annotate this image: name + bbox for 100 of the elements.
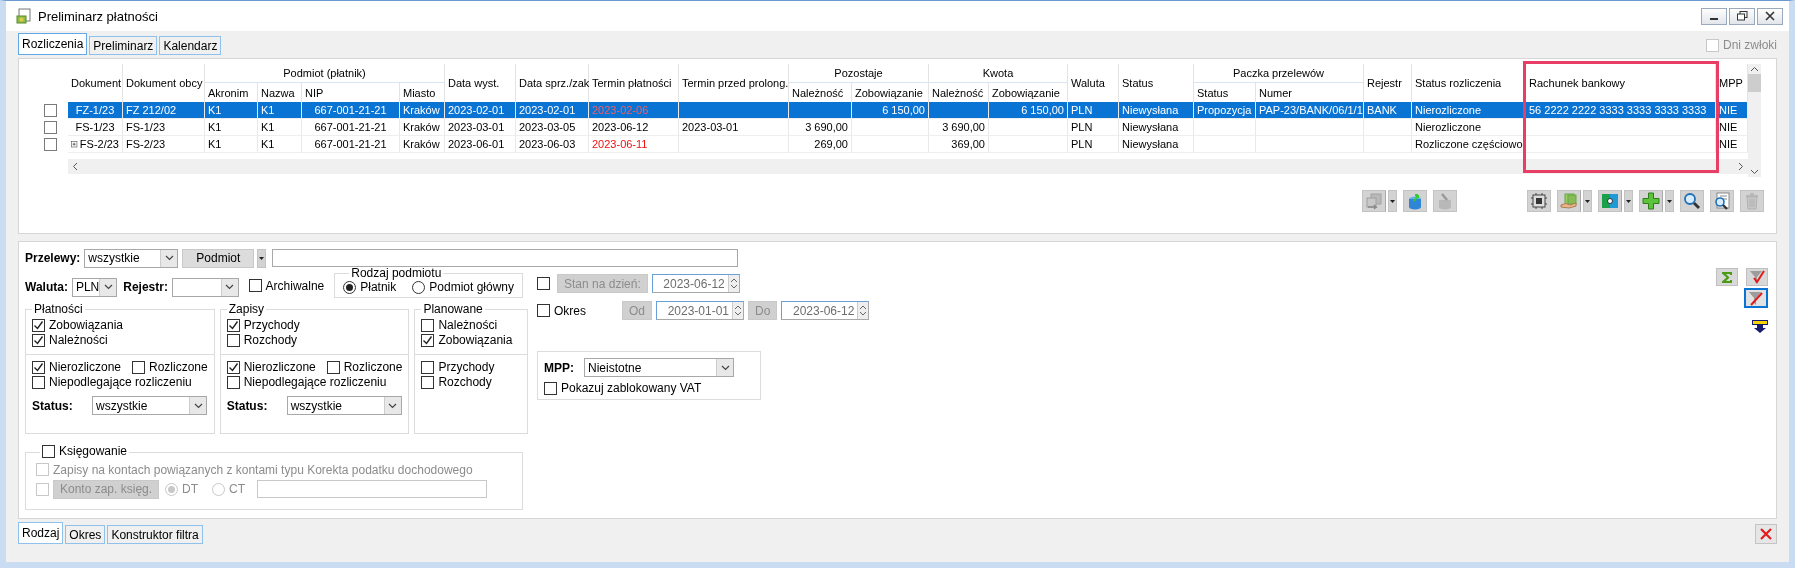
radio-label: Podmiot główny bbox=[429, 280, 514, 294]
table-cell: 2023-03-01 bbox=[445, 119, 516, 136]
radio-button[interactable] bbox=[343, 280, 357, 294]
table-cell: PAP-23/BANK/06/1/1 bbox=[1256, 102, 1364, 119]
chip-icon bbox=[1530, 192, 1548, 210]
checkbox[interactable] bbox=[132, 360, 145, 374]
dropdown-button[interactable] bbox=[257, 248, 267, 268]
checkbox-label: Zapisy na kontach powiązanych z kontami typu Korekta podatku dochodowego bbox=[53, 462, 473, 477]
dropdown[interactable]: wszystkie bbox=[92, 396, 207, 415]
dropdown-button[interactable] bbox=[1583, 190, 1592, 212]
table-cell: 56 2222 2222 3333 3333 3333 3333 bbox=[1526, 102, 1716, 119]
checkbox[interactable] bbox=[421, 375, 435, 389]
radio-button[interactable] bbox=[412, 280, 426, 294]
text-field[interactable] bbox=[257, 480, 488, 498]
table-row[interactable]: FS-1/23 FS-1/23 K1 K1 667-001-21-21 Kraków 2023-03-01 2023-03-05 2023-06-12 2023-03-01 3 690,00 3 690,00 PLN Niewysłana Nierozliczone NIE bbox=[68, 119, 1748, 136]
checkbox[interactable] bbox=[226, 360, 240, 374]
dropdown[interactable]: PLN bbox=[71, 277, 118, 297]
checkbox[interactable] bbox=[248, 279, 262, 293]
entity-button[interactable]: Podmiot bbox=[182, 248, 255, 268]
close-button[interactable] bbox=[1757, 7, 1783, 25]
table-cell: BANK bbox=[1364, 102, 1412, 119]
restore-button[interactable] bbox=[1729, 7, 1755, 25]
checkbox[interactable] bbox=[226, 333, 240, 347]
tab[interactable]: Preliminarz bbox=[89, 36, 158, 55]
column-group-header: Paczka przelewów bbox=[1194, 64, 1364, 83]
table-cell: 2023-02-01 bbox=[445, 102, 516, 119]
caret-icon bbox=[1667, 199, 1672, 203]
scrollbar-thumb[interactable] bbox=[1748, 74, 1761, 92]
funnel-cross-icon bbox=[1748, 290, 1764, 306]
table-cell: 2023-06-12 bbox=[589, 119, 679, 136]
dropdown[interactable]: wszystkie bbox=[84, 248, 179, 268]
chevron-down-icon[interactable] bbox=[1750, 169, 1759, 175]
tab[interactable]: Rozliczenia bbox=[18, 33, 88, 55]
restore-icon bbox=[1736, 11, 1748, 21]
table-cell: Nierozliczone bbox=[1412, 102, 1526, 119]
tab[interactable]: Kalendarz bbox=[159, 36, 222, 55]
chevron-left-icon[interactable] bbox=[72, 162, 78, 171]
table-cell: 2023-03-01 bbox=[679, 119, 789, 136]
table-row[interactable]: FS-2/23 FS-2/23 K1 K1 667-001-21-21 Kraków 2023-06-01 2023-06-03 2023-06-11 269,00 369,00 PLN Niewysłana Rozliczone częściowo NIE bbox=[68, 136, 1748, 153]
text-field[interactable] bbox=[272, 249, 739, 267]
dropdown-button[interactable] bbox=[1388, 190, 1397, 212]
table-row[interactable]: FZ-1/23 FZ 212/02 K1 K1 667-001-21-21 Kraków 2023-02-01 2023-02-01 2023-02-06 6 150,00 6 150,00 PLN Niewysłana Propozycja PAP-23/BANK/06/1/1 BANK Nierozliczone 56 2222 2222 3333 3333 3333 3333 NIE bbox=[68, 102, 1748, 119]
collapse-down-icon[interactable] bbox=[1752, 320, 1768, 333]
checkbox[interactable] bbox=[226, 318, 240, 332]
chevron-down-icon bbox=[388, 402, 398, 409]
checkbox[interactable] bbox=[32, 360, 45, 374]
checkbox[interactable] bbox=[421, 360, 435, 374]
stack-arrow-icon bbox=[1365, 192, 1383, 210]
checkbox[interactable] bbox=[421, 318, 435, 332]
toolbar-button[interactable] bbox=[1527, 190, 1551, 212]
toolbar-button[interactable] bbox=[1710, 190, 1734, 212]
tab[interactable]: Konstruktor filtra bbox=[107, 525, 203, 544]
table-cell bbox=[929, 102, 989, 119]
checkbox[interactable] bbox=[42, 444, 55, 458]
checkbox-label: Archiwalne bbox=[265, 278, 325, 293]
checkbox[interactable] bbox=[326, 360, 340, 374]
chevron-down-icon bbox=[720, 364, 730, 371]
row-checkbox[interactable] bbox=[44, 121, 57, 134]
table-cell: PLN bbox=[1068, 119, 1119, 136]
checkbox-label: Rozchody bbox=[243, 333, 298, 347]
table-cell: 6 150,00 bbox=[852, 102, 929, 119]
checkbox[interactable] bbox=[32, 375, 45, 389]
table-cell: K1 bbox=[258, 119, 302, 136]
checkbox-label: Nierozliczone bbox=[49, 360, 122, 374]
row-checkbox[interactable] bbox=[44, 104, 57, 117]
checkbox-label: Okres bbox=[554, 303, 586, 318]
table-cell: 6 150,00 bbox=[989, 102, 1068, 119]
spinner-icon bbox=[732, 302, 744, 319]
table-cell: PLN bbox=[1068, 136, 1119, 153]
apply-filter-button[interactable] bbox=[1746, 268, 1768, 286]
minimize-button[interactable] bbox=[1701, 7, 1727, 25]
tab[interactable]: Okres bbox=[65, 525, 106, 544]
table-cell: 2023-06-01 bbox=[445, 136, 516, 153]
checkbox[interactable] bbox=[32, 333, 45, 347]
vertical-scrollbar[interactable] bbox=[1748, 64, 1761, 177]
checkbox[interactable] bbox=[226, 375, 240, 389]
expand-icon[interactable] bbox=[71, 138, 78, 150]
checkbox-label: Należności bbox=[438, 318, 498, 332]
dropdown-button[interactable] bbox=[1624, 190, 1633, 212]
checkbox-label: Zobowiązania bbox=[49, 318, 124, 332]
sigma-icon bbox=[1721, 270, 1733, 284]
dropdown-button[interactable] bbox=[1665, 190, 1674, 212]
toolbar-button[interactable] bbox=[1680, 190, 1704, 212]
funnel-check-icon bbox=[1749, 269, 1765, 285]
tab[interactable]: Rodzaj bbox=[18, 522, 64, 544]
dropdown[interactable]: wszystkie bbox=[286, 396, 402, 415]
row-checkbox[interactable] bbox=[44, 138, 57, 151]
table-cell: Niewysłana bbox=[1119, 119, 1194, 136]
dropdown[interactable]: Nieistotne bbox=[584, 358, 734, 377]
horizontal-scrollbar[interactable] bbox=[68, 159, 1748, 174]
checkbox[interactable] bbox=[421, 333, 435, 347]
close-icon bbox=[1765, 11, 1775, 21]
checkbox[interactable] bbox=[32, 318, 45, 332]
checkbox[interactable] bbox=[544, 381, 557, 395]
table-cell bbox=[1194, 119, 1256, 136]
table-cell: FS-1/23 bbox=[75, 121, 115, 133]
chevron-right-icon[interactable] bbox=[1738, 162, 1744, 171]
clear-filter-button[interactable] bbox=[1744, 288, 1768, 308]
search-document-icon bbox=[1713, 192, 1731, 210]
chevron-up-icon[interactable] bbox=[1750, 66, 1759, 72]
